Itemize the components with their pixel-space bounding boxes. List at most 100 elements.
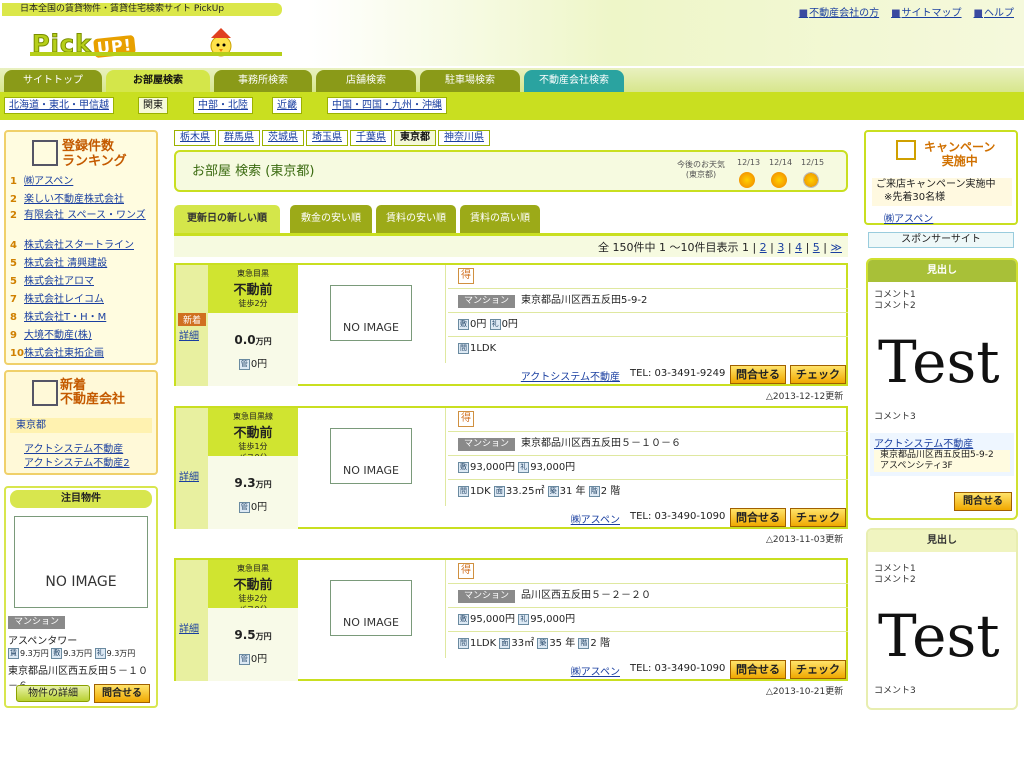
listing-card: 詳細東急目黒線不動前徒歩1分バス0分9.3万円管0円NO IMAGE得マンション…: [174, 406, 848, 529]
listing-station: 東急目黒 不動前 徒歩2分: [208, 265, 298, 313]
featured-inquire-button[interactable]: 問合せる: [94, 684, 150, 703]
building-icon: [32, 140, 58, 166]
ranking-item[interactable]: 7 株式会社レイコム: [10, 294, 155, 306]
ad-heading: 見出し: [868, 530, 1016, 552]
region-hokkaido[interactable]: 北海道・東北・甲信越: [4, 97, 114, 114]
pref-tab[interactable]: 東京都: [394, 130, 436, 146]
updated-date: △2013-12-12更新: [766, 392, 844, 402]
bargain-icon: 得: [458, 268, 474, 284]
pref-tab[interactable]: 群馬県: [218, 130, 260, 146]
listing-company-link[interactable]: アクトシステム不動産: [521, 368, 620, 383]
listing-detail-link[interactable]: 詳細: [179, 468, 199, 483]
ad-image[interactable]: Test: [874, 316, 1010, 408]
new-realtor-link[interactable]: アクトシステム不動産2: [24, 454, 130, 469]
region-bar: 北海道・東北・甲信越 関東 中部・北陸 近畿 中国・四国・九州・沖縄: [0, 92, 1024, 120]
bargain-icon: 得: [458, 411, 474, 427]
bargain-icon: 得: [458, 563, 474, 579]
tab-office-search[interactable]: 事務所検索: [214, 70, 312, 92]
ranking-title: 登録件数 ランキング: [62, 139, 127, 169]
new-realtor-link[interactable]: アクトシステム不動産: [24, 440, 123, 455]
pagination-bar: 全 150件中 1 ～10件目表示 1 | 2 | 3 | 4 | 5 | ≫: [174, 233, 848, 257]
ad-box: 見出し コメント1 コメント2 Test コメント3: [866, 528, 1018, 710]
next-page[interactable]: ≫: [830, 241, 842, 254]
ranking-item[interactable]: 5 株式会社アロマ: [10, 276, 155, 288]
featured-type: マンション: [8, 616, 66, 629]
sunny-icon: [771, 172, 787, 188]
listing-image[interactable]: NO IMAGE: [330, 285, 412, 341]
featured-image[interactable]: NO IMAGE: [14, 516, 148, 608]
building-icon: [32, 380, 58, 406]
tab-realtor-search[interactable]: 不動産会社検索: [524, 70, 624, 92]
region-chugoku[interactable]: 中国・四国・九州・沖縄: [327, 97, 447, 114]
listing-detail-link[interactable]: 詳細: [179, 327, 199, 342]
ranking-item[interactable]: 10 株式会社東拓企画: [10, 348, 155, 360]
check-button[interactable]: チェック: [790, 365, 846, 384]
ad-inquire-button[interactable]: 問合せる: [954, 492, 1012, 511]
region-kanto[interactable]: 関東: [138, 97, 168, 114]
listing-company-link[interactable]: ㈱アスペン: [571, 663, 620, 678]
ranking-item[interactable]: 9 大境不動産(株): [10, 330, 155, 342]
main-tabs: サイトトップ お部屋検索 事務所検索 店舗検索 駐車場検索 不動産会社検索: [0, 68, 1024, 92]
ranking-item[interactable]: 8 株式会社T・H・M: [10, 312, 155, 324]
sort-rent-high[interactable]: 賃料の高い順: [460, 205, 540, 233]
ranking-box: 登録件数 ランキング 1 ㈱アスペン 2 楽しい不動産株式会社 2 有限会社 スペース・ワン…: [4, 130, 158, 365]
site-tagline: 日本全国の賃貸物件・賃貸住宅検索サイト PickUp: [2, 3, 282, 16]
tab-parking-search[interactable]: 駐車場検索: [420, 70, 520, 92]
sort-rent-low[interactable]: 賃料の安い順: [376, 205, 456, 233]
pref-tab[interactable]: 千葉県: [350, 130, 392, 146]
sort-newest[interactable]: 更新日の新しい順: [174, 205, 280, 233]
check-button[interactable]: チェック: [790, 660, 846, 679]
listing-card: 新着 詳細 東急目黒 不動前 徒歩2分 0.0万円管 0円 NO IMAGE 得マンション 東京都…: [174, 263, 848, 386]
link-sitemap[interactable]: サイトマップ: [891, 4, 962, 19]
featured-detail-button[interactable]: 物件の詳細: [16, 685, 90, 702]
featured-prices: 賃 9.3万円 敷 9.3万円 礼 9.3万円: [8, 648, 136, 659]
ranking-item[interactable]: 5 株式会社 清興建設: [10, 258, 155, 270]
sort-deposit-low[interactable]: 敷金の安い順: [290, 205, 372, 233]
pref-tab[interactable]: 栃木県: [174, 130, 216, 146]
ad-box: 見出し コメント1 コメント2 Test コメント3 アクトシステム不動産 東京…: [866, 258, 1018, 520]
region-chubu[interactable]: 中部・北陸: [193, 97, 253, 114]
region-kinki[interactable]: 近畿: [272, 97, 302, 114]
top-links: 不動産会社の方 サイトマップ ヘルプ: [799, 4, 1014, 19]
listing-tel: TEL: 03-3491-9249: [630, 368, 726, 379]
check-button[interactable]: チェック: [790, 508, 846, 527]
listing-card: 詳細東急目黒不動前徒歩2分バス0分9.5万円管0円NO IMAGE得マンション品…: [174, 558, 848, 681]
area-tokyo: 東京都: [10, 418, 152, 433]
new-badge: 新着: [178, 313, 206, 326]
sponsor-heading: スポンサーサイト: [868, 232, 1014, 248]
inquire-button[interactable]: 問合せる: [730, 660, 786, 679]
tab-room-search[interactable]: お部屋検索: [106, 70, 210, 92]
ranking-item[interactable]: 2 有限会社 スペース・ワンズ: [10, 210, 155, 222]
ranking-item[interactable]: 1 ㈱アスペン: [10, 176, 155, 188]
sunny-icon: [739, 172, 755, 188]
inquire-button[interactable]: 問合せる: [730, 365, 786, 384]
logo-underline: [30, 52, 282, 56]
new-realtors-title: 新着 不動産会社: [60, 378, 126, 407]
campaign-title: キャンペーン 実施中: [924, 140, 996, 168]
listing-company-link[interactable]: ㈱アスペン: [571, 511, 620, 526]
search-title: お部屋 検索 (東京都): [192, 164, 315, 179]
campaign-box: キャンペーン 実施中 ご来店キャンペーン実施中 ※先着30名様 ㈱アスペン: [864, 130, 1018, 225]
featured-name: アスペンタワー: [8, 636, 78, 647]
listing-image[interactable]: NO IMAGE: [330, 580, 412, 636]
featured-title: 注目物件: [10, 490, 152, 508]
link-realtor[interactable]: 不動産会社の方: [799, 4, 879, 19]
ranking-item[interactable]: 4 株式会社スタートライン: [10, 240, 155, 252]
tab-site-top[interactable]: サイトトップ: [4, 70, 102, 92]
updated-date: △2013-11-03更新: [766, 535, 844, 545]
link-help[interactable]: ヘルプ: [974, 4, 1014, 19]
pref-tab[interactable]: 神奈川県: [438, 130, 490, 146]
featured-property-box: 注目物件 NO IMAGE マンション アスペンタワー 賃 9.3万円 敷 9.3万…: [4, 486, 158, 708]
tab-store-search[interactable]: 店舗検索: [316, 70, 416, 92]
ad-image[interactable]: Test: [874, 590, 1010, 682]
campaign-company-link[interactable]: ㈱アスペン: [884, 210, 933, 225]
inquire-button[interactable]: 問合せる: [730, 508, 786, 527]
pref-tab[interactable]: 茨城県: [262, 130, 304, 146]
sunny-cloudy-icon: [803, 172, 819, 188]
ad-company-link[interactable]: アクトシステム不動産: [874, 435, 1010, 450]
pref-tab[interactable]: 埼玉県: [306, 130, 348, 146]
listing-detail-link[interactable]: 詳細: [179, 620, 199, 635]
ranking-item[interactable]: 2 楽しい不動産株式会社: [10, 194, 155, 206]
listing-image[interactable]: NO IMAGE: [330, 428, 412, 484]
listing-station: 東急目黒不動前徒歩2分バス0分: [208, 560, 298, 614]
